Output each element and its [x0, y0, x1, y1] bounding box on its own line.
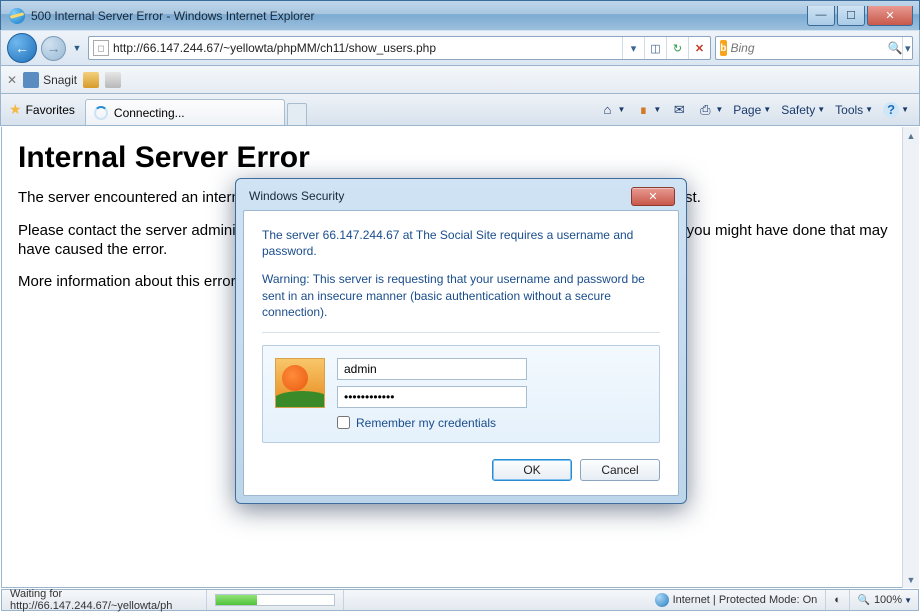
scroll-up-icon[interactable]: ▲: [903, 127, 919, 144]
zoom-out-button[interactable]: 🔍: [856, 593, 872, 607]
zoom-level: 100%: [874, 594, 902, 606]
scroll-down-icon[interactable]: ▼: [903, 571, 919, 588]
ie-icon: [9, 8, 25, 24]
nav-history-dropdown[interactable]: ▼: [70, 36, 84, 60]
address-bar[interactable]: ◻ ▾ ◫ ↻ ✕: [88, 36, 711, 60]
security-zone[interactable]: Internet | Protected Mode: On: [647, 590, 827, 610]
print-button[interactable]: ⎙▼: [693, 100, 727, 120]
compat-view-icon[interactable]: ◫: [644, 37, 666, 59]
stop-button[interactable]: ✕: [688, 37, 710, 59]
maximize-button[interactable]: ☐: [837, 6, 865, 26]
progress-cell: [207, 590, 344, 610]
addon-toolbar: ✕ Snagit: [0, 66, 920, 94]
new-tab-button[interactable]: [287, 103, 307, 125]
window-titlebar: 500 Internal Server Error - Windows Inte…: [0, 0, 920, 30]
page-menu[interactable]: Page▼: [729, 101, 775, 119]
zoom-dropdown[interactable]: ▼: [904, 596, 912, 605]
page-icon: ◻: [93, 40, 109, 56]
back-button[interactable]: ←: [7, 33, 37, 63]
progress-bar: [215, 594, 335, 606]
tab-strip: Connecting...: [85, 94, 307, 125]
mail-icon: ✉: [671, 102, 687, 118]
page-heading: Internal Server Error: [18, 141, 902, 175]
printer-icon: ⎙: [697, 102, 713, 118]
zone-label: Internet | Protected Mode: On: [673, 594, 818, 606]
error-paragraph-3: More information about this error may be…: [18, 273, 902, 292]
error-paragraph-1: The server encountered an internal error…: [18, 189, 902, 208]
protected-mode-icon[interactable]: ◐: [826, 590, 850, 610]
bing-icon: b: [720, 40, 727, 56]
zoom-controls: 🔍 100% ▼: [850, 593, 918, 607]
vertical-scrollbar[interactable]: ▲ ▼: [902, 127, 919, 588]
snagit-tool-2[interactable]: [105, 72, 121, 88]
tab-label: Connecting...: [114, 106, 185, 120]
snagit-tool-1[interactable]: [83, 72, 99, 88]
rss-icon: ∎: [635, 102, 651, 118]
home-icon: ⌂: [599, 102, 615, 118]
snagit-icon: [23, 72, 39, 88]
tools-menu[interactable]: Tools▼: [831, 101, 877, 119]
page-content: Internal Server Error The server encount…: [1, 127, 919, 588]
navigation-bar: ← → ▼ ◻ ▾ ◫ ↻ ✕ b 🔍 ▾: [0, 30, 920, 66]
status-bar: Waiting for http://66.147.244.67/~yellow…: [1, 589, 919, 611]
window-close-button[interactable]: ✕: [867, 6, 913, 26]
command-bar: ★ Favorites Connecting... ⌂▼ ∎▼ ✉ ⎙▼ Pag…: [0, 94, 920, 126]
refresh-button[interactable]: ↻: [666, 37, 688, 59]
safety-menu[interactable]: Safety▼: [777, 101, 829, 119]
favorites-label: Favorites: [26, 103, 75, 117]
star-icon: ★: [9, 101, 22, 118]
help-icon: ?: [883, 102, 899, 118]
snagit-button[interactable]: Snagit: [23, 72, 77, 88]
minimize-button[interactable]: —: [807, 6, 835, 26]
search-button[interactable]: 🔍: [888, 41, 903, 55]
toolbar-close-icon[interactable]: ✕: [7, 73, 17, 87]
search-box[interactable]: b 🔍 ▾: [715, 36, 913, 60]
search-input[interactable]: [731, 38, 888, 58]
forward-button[interactable]: →: [41, 36, 66, 61]
tab-connecting[interactable]: Connecting...: [85, 99, 285, 125]
favorites-button[interactable]: ★ Favorites: [1, 94, 83, 125]
url-input[interactable]: [113, 38, 622, 58]
snagit-label: Snagit: [43, 73, 77, 87]
window-title: 500 Internal Server Error - Windows Inte…: [31, 9, 805, 23]
loading-spinner-icon: [94, 106, 108, 120]
search-dropdown[interactable]: ▾: [902, 37, 912, 59]
home-button[interactable]: ⌂▼: [595, 100, 629, 120]
status-text: Waiting for http://66.147.244.67/~yellow…: [2, 590, 207, 610]
readmail-button[interactable]: ✉: [667, 100, 691, 120]
feeds-button[interactable]: ∎▼: [631, 100, 665, 120]
error-paragraph-2: Please contact the server administrator …: [18, 222, 902, 260]
globe-icon: [655, 593, 669, 607]
help-button[interactable]: ?▼: [879, 100, 913, 120]
address-dropdown[interactable]: ▾: [622, 37, 644, 59]
